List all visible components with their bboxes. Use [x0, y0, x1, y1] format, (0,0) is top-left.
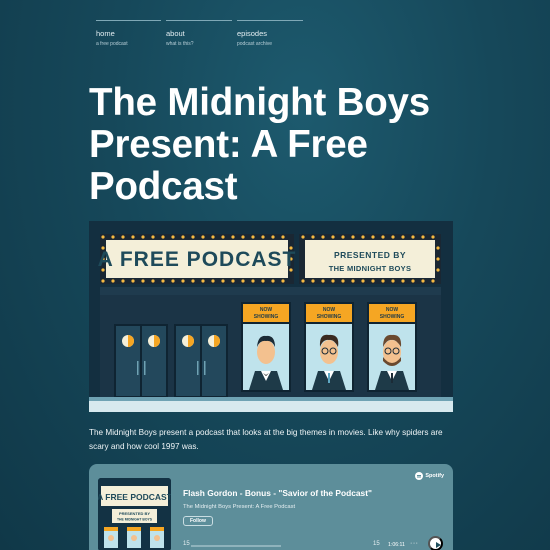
nav-episodes-subtitle: podcast archive: [237, 41, 273, 47]
nav-home[interactable]: home a free podcast: [96, 20, 161, 47]
hero-illustration: A FREE PODCAST PRESENTED BY THE MIDNIGHT…: [89, 221, 453, 412]
more-options-icon[interactable]: ···: [410, 540, 419, 547]
podcast-description: The Midnight Boys present a podcast that…: [89, 428, 443, 451]
top-nav: home a free podcast about what is this? …: [96, 20, 303, 47]
page-title: The Midnight Boys Present: A Free Podcas…: [89, 81, 430, 208]
marquee-right-line2: THE MIDNIGHT BOYS: [329, 264, 412, 273]
svg-text:NOW: NOW: [323, 307, 336, 313]
svg-text:THE MIDNIGHT BOYS: THE MIDNIGHT BOYS: [117, 518, 153, 522]
progress-bar[interactable]: [191, 545, 281, 547]
marquee-left-text: A FREE PODCAST: [98, 248, 297, 271]
spotify-logo[interactable]: Spotify: [415, 472, 444, 480]
duration-text: 1:06:11: [388, 542, 405, 548]
svg-text:NOW: NOW: [260, 307, 273, 313]
spotify-label: Spotify: [425, 473, 444, 479]
nav-episodes-label: episodes: [237, 29, 268, 38]
theater-illustration: A FREE PODCAST PRESENTED BY THE MIDNIGHT…: [89, 221, 453, 412]
show-name[interactable]: The Midnight Boys Present: A Free Podcas…: [183, 504, 295, 510]
nav-about-subtitle: what is this?: [166, 41, 194, 47]
episode-artwork: A FREE PODCAST PRESENTED BY THE MIDNIGHT…: [98, 478, 171, 550]
nav-about-label: about: [166, 29, 185, 38]
poster-1: NOW SHOWING: [241, 302, 291, 392]
nav-episodes[interactable]: episodes podcast archive: [237, 20, 303, 47]
nav-home-label: home: [96, 29, 115, 38]
svg-text:PRESENTED BY: PRESENTED BY: [119, 511, 150, 516]
nav-home-subtitle: a free podcast: [96, 41, 128, 47]
follow-button[interactable]: Follow: [183, 516, 213, 526]
poster-3: NOW SHOWING: [367, 302, 417, 392]
marquee-right-line1: PRESENTED BY: [334, 250, 406, 260]
svg-text:SHOWING: SHOWING: [254, 314, 279, 320]
nav-about[interactable]: about what is this?: [166, 20, 232, 47]
artwork-title: A FREE PODCAST: [98, 492, 171, 502]
spotify-icon: [415, 472, 424, 480]
poster-2: NOW SHOWING: [304, 302, 354, 392]
episode-title[interactable]: Flash Gordon - Bonus - "Savior of the Po…: [183, 488, 372, 498]
svg-text:SHOWING: SHOWING: [380, 314, 405, 320]
skip-back-icon[interactable]: 15: [183, 541, 190, 547]
svg-text:SHOWING: SHOWING: [317, 314, 342, 320]
skip-forward-icon[interactable]: 15: [373, 541, 380, 547]
spotify-embed-player[interactable]: A FREE PODCAST PRESENTED BY THE MIDNIGHT…: [89, 464, 453, 550]
svg-text:NOW: NOW: [386, 307, 399, 313]
play-button[interactable]: [428, 536, 443, 550]
